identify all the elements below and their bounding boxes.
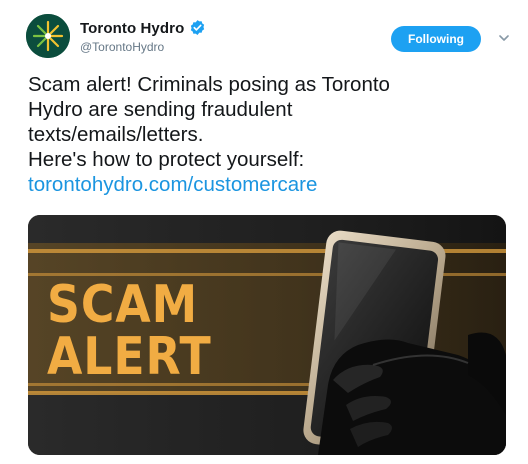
chevron-down-icon[interactable]	[497, 31, 511, 45]
account-handle[interactable]: @TorontoHydro	[80, 40, 164, 54]
toronto-hydro-logo-icon	[26, 14, 70, 58]
scam-alert-headline: SCAM ALERT	[47, 279, 212, 383]
tweet-text-line: Here's how to protect yourself:	[28, 148, 305, 171]
account-name[interactable]: Toronto Hydro	[80, 20, 184, 37]
tweet-text-line: Scam alert! Criminals posing as Toronto	[28, 73, 390, 96]
verified-badge-icon	[190, 20, 205, 35]
tweet-image[interactable]: SCAM ALERT	[28, 215, 506, 455]
headline-line: SCAM	[47, 275, 199, 335]
following-button[interactable]: Following	[391, 26, 481, 52]
tweet-text: Scam alert! Criminals posing as Toronto …	[28, 72, 498, 197]
customer-care-link[interactable]: torontohydro.com/customercare	[28, 173, 317, 196]
tweet-card: Toronto Hydro @TorontoHydro Following Sc…	[0, 0, 528, 464]
avatar[interactable]	[26, 14, 70, 58]
headline-line: ALERT	[47, 327, 212, 387]
tweet-text-line: texts/emails/letters.	[28, 123, 204, 146]
tweet-text-line: Hydro are sending fraudulent	[28, 98, 293, 121]
